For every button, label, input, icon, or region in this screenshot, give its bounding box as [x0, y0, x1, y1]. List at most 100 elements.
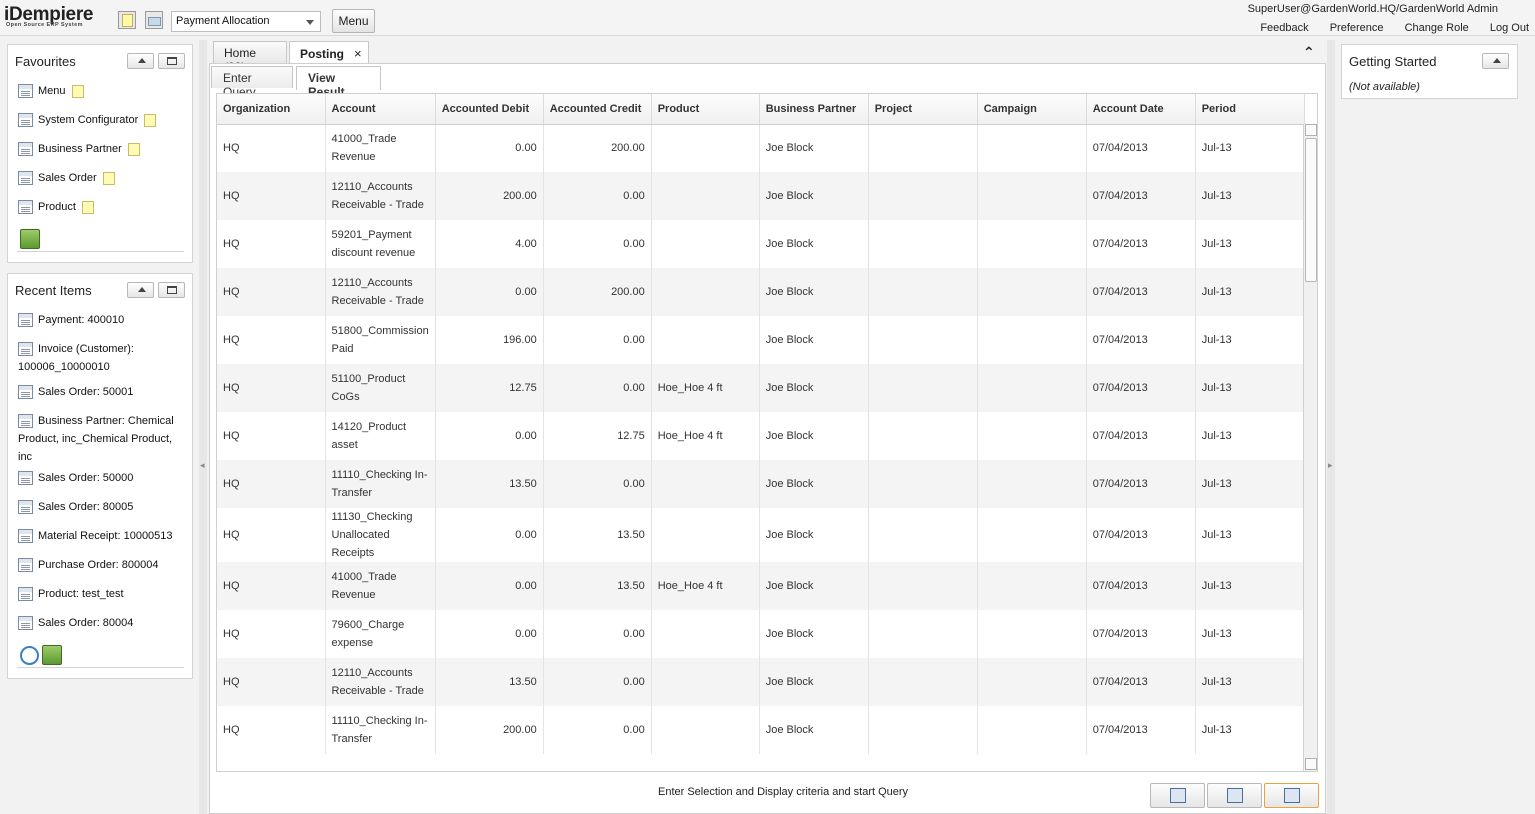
- tab-view-result[interactable]: View Result: [296, 66, 381, 99]
- table-row[interactable]: HQ 12110_Accounts Receivable - Trade 0.00 2…: [217, 268, 1305, 316]
- table-cell: [868, 658, 978, 706]
- maximize-button[interactable]: [158, 53, 185, 69]
- chevron-down-icon[interactable]: [306, 20, 314, 25]
- table-cell: Jul-13: [1195, 172, 1305, 220]
- table-row[interactable]: HQ 51100_Product CoGs 12.75 0.00 Hoe_Hoe 4 f…: [217, 364, 1305, 412]
- column-header[interactable]: Project: [868, 94, 978, 125]
- collapse-button[interactable]: [127, 282, 154, 298]
- table-cell: 07/04/2013: [1086, 268, 1196, 316]
- table-cell: [651, 316, 760, 364]
- scroll-up-button[interactable]: [1305, 124, 1317, 136]
- window-icon: [18, 84, 33, 99]
- table-row[interactable]: HQ 12110_Accounts Receivable - Trade 13.50…: [217, 658, 1305, 706]
- recent-item[interactable]: Sales Order: 80004: [18, 614, 186, 632]
- preference-link[interactable]: Preference: [1330, 22, 1384, 34]
- column-header[interactable]: Product: [651, 94, 760, 125]
- recent-item[interactable]: Material Receipt: 10000513: [18, 527, 186, 545]
- table-row[interactable]: HQ 41000_Trade Revenue 0.00 200.00 Joe Block…: [217, 124, 1305, 172]
- window-icon: [18, 113, 33, 128]
- table-cell: [977, 610, 1087, 658]
- recent-item[interactable]: Invoice (Customer): 100006_10000010: [18, 340, 186, 376]
- close-icon[interactable]: ×: [354, 46, 362, 61]
- requery-button[interactable]: [1264, 783, 1319, 808]
- tab-enter-query[interactable]: Enter Query: [211, 66, 293, 99]
- table-cell: [868, 220, 978, 268]
- column-header[interactable]: Organization: [217, 94, 326, 125]
- table-cell: Jul-13: [1195, 220, 1305, 268]
- window-icon: [18, 385, 33, 400]
- note-icon[interactable]: [102, 171, 115, 185]
- scroll-thumb[interactable]: [1305, 138, 1317, 282]
- column-header[interactable]: Accounted Debit: [435, 94, 544, 125]
- change-role-link[interactable]: Change Role: [1405, 22, 1469, 34]
- table-cell: [977, 364, 1087, 412]
- refresh-icon[interactable]: [20, 646, 39, 665]
- export-button[interactable]: [1207, 783, 1262, 808]
- recent-item[interactable]: Purchase Order: 800004: [18, 556, 186, 574]
- favourite-item[interactable]: Product: [18, 198, 94, 216]
- scroll-down-button[interactable]: [1305, 758, 1317, 770]
- table-row[interactable]: HQ 11130_Checking Unallocated Receipts 0.0…: [217, 508, 1305, 562]
- maximize-button[interactable]: [158, 282, 185, 298]
- favourite-item[interactable]: Sales Order: [18, 169, 115, 187]
- table-row[interactable]: HQ 79600_Charge expense 0.00 0.00 Joe Block 0…: [217, 610, 1305, 658]
- favourite-item[interactable]: System Configurator: [18, 111, 157, 129]
- column-header[interactable]: Accounted Credit: [543, 94, 652, 125]
- collapse-up-icon[interactable]: ⌃: [1303, 44, 1315, 61]
- west-splitter[interactable]: ◂: [199, 40, 207, 814]
- tab-posting[interactable]: Posting ×: [289, 41, 369, 63]
- new-note-icon[interactable]: [118, 11, 136, 29]
- column-header[interactable]: Account Date: [1086, 94, 1196, 125]
- recent-item[interactable]: Product: test_test: [18, 585, 186, 603]
- recycle-bin-icon[interactable]: [20, 229, 40, 249]
- table-row[interactable]: HQ 14120_Product asset 0.00 12.75 Hoe_Hoe 4 …: [217, 412, 1305, 460]
- table-row[interactable]: HQ 12110_Accounts Receivable - Trade 200.0…: [217, 172, 1305, 220]
- table-cell: [651, 706, 760, 754]
- table-cell: [651, 268, 760, 316]
- table-body: HQ 41000_Trade Revenue 0.00 200.00 Joe Block…: [217, 124, 1305, 754]
- getting-started-panel: Getting Started (Not available): [1341, 44, 1518, 99]
- menu-search-combobox[interactable]: Payment Allocation: [171, 11, 321, 32]
- table-cell: [977, 658, 1087, 706]
- recent-item[interactable]: Sales Order: 80005: [18, 498, 186, 516]
- collapse-button[interactable]: [127, 53, 154, 69]
- table-cell: 0.00: [435, 124, 544, 172]
- chevron-right-icon[interactable]: ▸: [1328, 460, 1333, 471]
- feedback-link[interactable]: Feedback: [1260, 22, 1308, 34]
- open-folder-icon[interactable]: [145, 11, 163, 29]
- note-icon[interactable]: [81, 200, 94, 214]
- recycle-bin-icon[interactable]: [42, 645, 62, 665]
- east-splitter[interactable]: ▸: [1327, 40, 1335, 814]
- maximize-icon: [167, 57, 177, 65]
- table-row[interactable]: HQ 51800_Commission Paid 196.00 0.00 Joe Blo…: [217, 316, 1305, 364]
- column-header[interactable]: Period: [1195, 94, 1305, 125]
- logout-link[interactable]: Log Out: [1490, 22, 1529, 34]
- user-info[interactable]: SuperUser@GardenWorld.HQ/GardenWorld Adm…: [1248, 3, 1498, 15]
- note-icon[interactable]: [127, 142, 140, 156]
- table-cell: 0.00: [435, 508, 544, 562]
- favourite-item[interactable]: Menu: [18, 82, 84, 100]
- menu-button[interactable]: Menu: [332, 9, 375, 33]
- collapse-button[interactable]: [1482, 53, 1509, 69]
- table-cell: [977, 562, 1087, 610]
- table-row[interactable]: HQ 11110_Checking In-Transfer 200.00 0.00 Jo…: [217, 706, 1305, 754]
- note-icon[interactable]: [144, 113, 157, 127]
- recent-item[interactable]: Sales Order: 50000: [18, 469, 186, 487]
- recent-item[interactable]: Sales Order: 50001: [18, 383, 186, 401]
- table-row[interactable]: HQ 11110_Checking In-Transfer 13.50 0.00 Joe…: [217, 460, 1305, 508]
- table-row[interactable]: HQ 41000_Trade Revenue 0.00 13.50 Hoe_Hoe 4 …: [217, 562, 1305, 610]
- note-icon[interactable]: [71, 84, 84, 98]
- table-row[interactable]: HQ 59201_Payment discount revenue 4.00 0.00…: [217, 220, 1305, 268]
- app-header: iDempiere Open Source ERP System Payment…: [0, 0, 1535, 36]
- zoom-button[interactable]: [1150, 783, 1205, 808]
- favourite-item[interactable]: Business Partner: [18, 140, 140, 158]
- tab-home[interactable]: Home (28): [213, 41, 287, 74]
- favourites-title: Favourites: [15, 54, 76, 69]
- vertical-scrollbar[interactable]: [1303, 124, 1317, 771]
- column-header[interactable]: Account: [325, 94, 436, 125]
- column-header[interactable]: Business Partner: [759, 94, 869, 125]
- recent-item[interactable]: Payment: 400010: [18, 311, 186, 329]
- recent-item[interactable]: Business Partner: Chemical Product, inc_…: [18, 412, 186, 466]
- chevron-left-icon[interactable]: ◂: [200, 460, 205, 471]
- column-header[interactable]: Campaign: [977, 94, 1087, 125]
